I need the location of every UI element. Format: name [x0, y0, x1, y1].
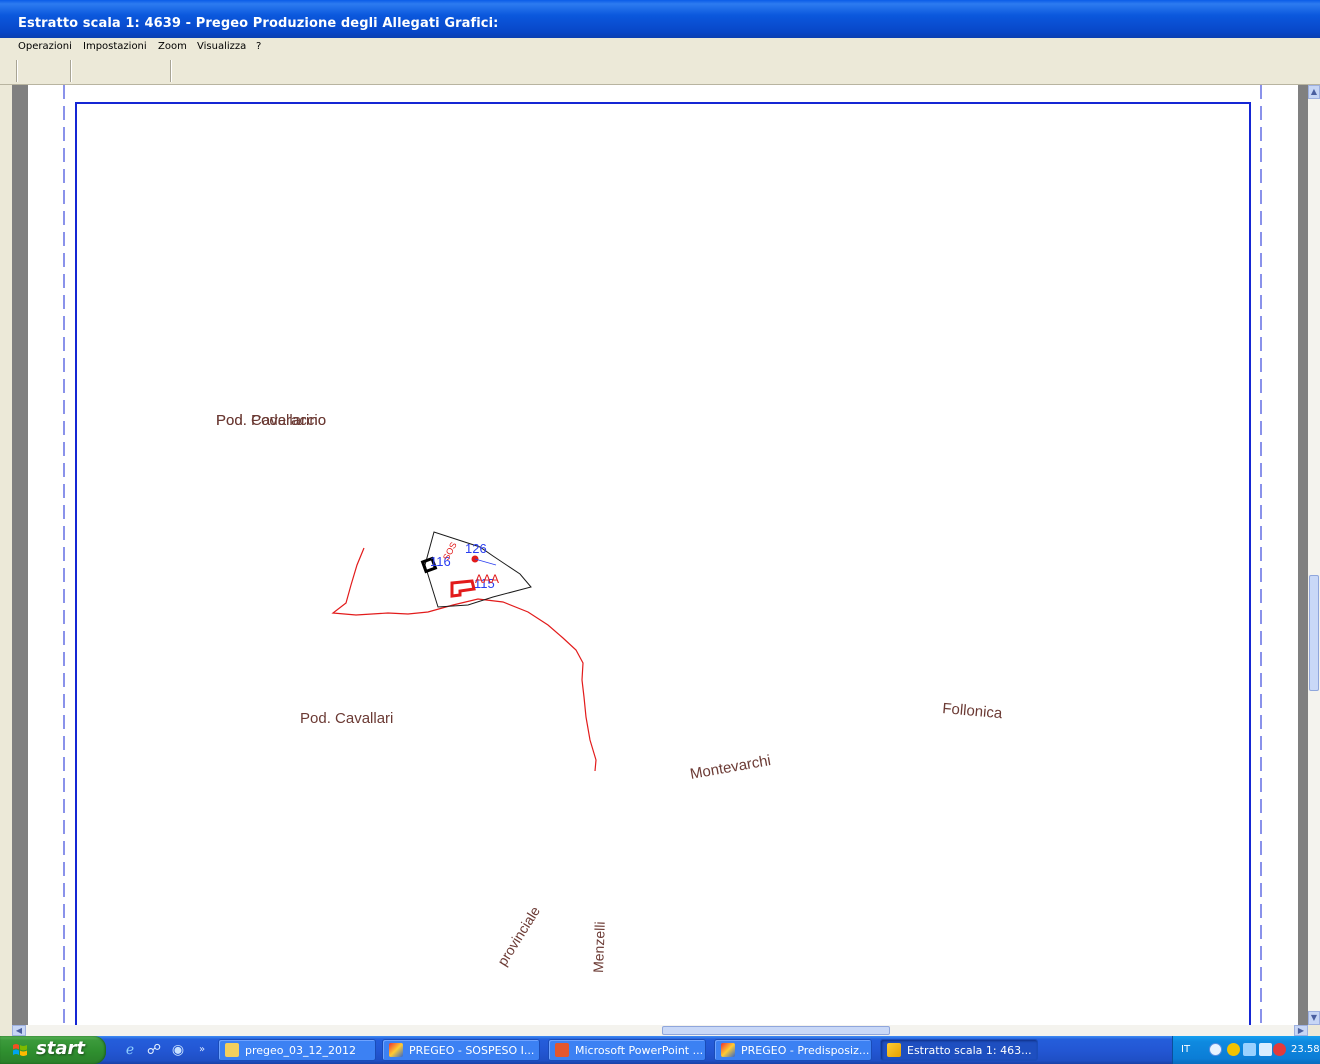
tray-network-icon[interactable] [1243, 1043, 1256, 1056]
pregeo-icon [721, 1043, 735, 1057]
task-label: PREGEO - Predisposiz... [741, 1044, 870, 1057]
task-pregeo-sospeso[interactable]: PREGEO - SOSPESO I... [382, 1039, 540, 1061]
menu-visualizza[interactable]: Visualizza [197, 41, 246, 52]
map-label-montevarchi: Montevarchi [689, 752, 772, 783]
tray-shield-icon[interactable] [1227, 1043, 1240, 1056]
chevron-right-icon[interactable]: » [194, 1042, 210, 1058]
windows-flag-icon [13, 1044, 27, 1056]
sheet-frame [75, 102, 1251, 1025]
horizontal-scroll-thumb[interactable] [662, 1026, 890, 1035]
red-label-b: SOS [441, 540, 459, 561]
vertical-scroll-thumb[interactable] [1309, 575, 1319, 691]
tray-antivirus-icon[interactable] [1273, 1043, 1286, 1056]
red-label-a: AAA [475, 572, 499, 586]
tray-chevron-icon[interactable] [1209, 1043, 1222, 1056]
horizontal-scrollbar[interactable]: ◀ ▶ [12, 1025, 1308, 1036]
toolbar-separator [170, 60, 172, 82]
menu-impostazioni[interactable]: Impostazioni [83, 41, 147, 52]
system-tray: IT 23.58 [1172, 1036, 1320, 1064]
task-pregeo-predisposiz[interactable]: PREGEO - Predisposiz... [714, 1039, 872, 1061]
map-label-menzelli: Menzelli [590, 921, 608, 973]
scroll-up-icon[interactable]: ▲ [1308, 85, 1320, 99]
start-button[interactable]: start [0, 1036, 106, 1064]
building-red[interactable] [450, 579, 476, 598]
toolbar-separator [70, 60, 72, 82]
task-label: PREGEO - SOSPESO I... [409, 1044, 535, 1057]
map-label-provinciale: provinciale [494, 903, 543, 968]
menu-help[interactable]: ? [256, 41, 261, 52]
tray-volume-icon[interactable] [1259, 1043, 1272, 1056]
map-label-pod-cavallari: Pod. Cavallari [300, 710, 393, 727]
browser-icon[interactable]: ◉ [170, 1042, 186, 1058]
task-pregeo-folder[interactable]: pregeo_03_12_2012 [218, 1039, 376, 1061]
size-grip [1308, 1025, 1320, 1036]
task-label: Microsoft PowerPoint ... [575, 1044, 704, 1057]
link-line [474, 558, 497, 566]
pregeo-icon [389, 1043, 403, 1057]
task-label: Estratto scala 1: 463... [907, 1044, 1032, 1057]
menu-bar: Operazioni Impostazioni Zoom Visualizza … [0, 38, 1320, 58]
map-label-pod-cavallarino: Pod. Cavallarino [216, 412, 326, 429]
folder-icon [225, 1043, 239, 1057]
taskbar: start ℯ ☍ ◉ » pregeo_03_12_2012 PREGEO -… [0, 1036, 1320, 1064]
map-canvas[interactable]: 126 116 115 AAA SOS Pod. Poderaccio Pod.… [28, 85, 1298, 1025]
toolbar [0, 58, 1320, 85]
internet-explorer-icon[interactable]: ℯ [122, 1042, 138, 1058]
map-sheet: 126 116 115 AAA SOS Pod. Poderaccio Pod.… [28, 85, 1298, 1025]
toolbar-grip [16, 60, 18, 82]
language-indicator[interactable]: IT [1181, 1044, 1190, 1055]
task-powerpoint[interactable]: Microsoft PowerPoint ... [548, 1039, 706, 1061]
scroll-down-icon[interactable]: ▼ [1308, 1011, 1320, 1025]
menu-operazioni[interactable]: Operazioni [18, 41, 72, 52]
map-viewport[interactable]: 126 116 115 AAA SOS Pod. Poderaccio Pod.… [12, 85, 1308, 1025]
estratto-icon [887, 1043, 901, 1057]
network-icon[interactable]: ☍ [146, 1042, 162, 1058]
window-title: Estratto scala 1: 4639 - Pregeo Produzio… [18, 16, 499, 31]
task-label: pregeo_03_12_2012 [245, 1044, 356, 1057]
menu-zoom[interactable]: Zoom [158, 41, 187, 52]
scroll-right-icon[interactable]: ▶ [1294, 1025, 1308, 1036]
map-label-follonica: Follonica [942, 700, 1004, 722]
title-bar[interactable]: Estratto scala 1: 4639 - Pregeo Produzio… [0, 0, 1320, 38]
start-label: start [36, 1038, 85, 1059]
powerpoint-icon [555, 1043, 569, 1057]
scroll-left-icon[interactable]: ◀ [12, 1025, 26, 1036]
clock[interactable]: 23.58 [1291, 1044, 1320, 1055]
task-estratto-scala[interactable]: Estratto scala 1: 463... [880, 1039, 1038, 1061]
parcel-number-126[interactable]: 126 [465, 541, 487, 556]
vertical-scrollbar[interactable]: ▲ ▼ [1308, 85, 1320, 1025]
